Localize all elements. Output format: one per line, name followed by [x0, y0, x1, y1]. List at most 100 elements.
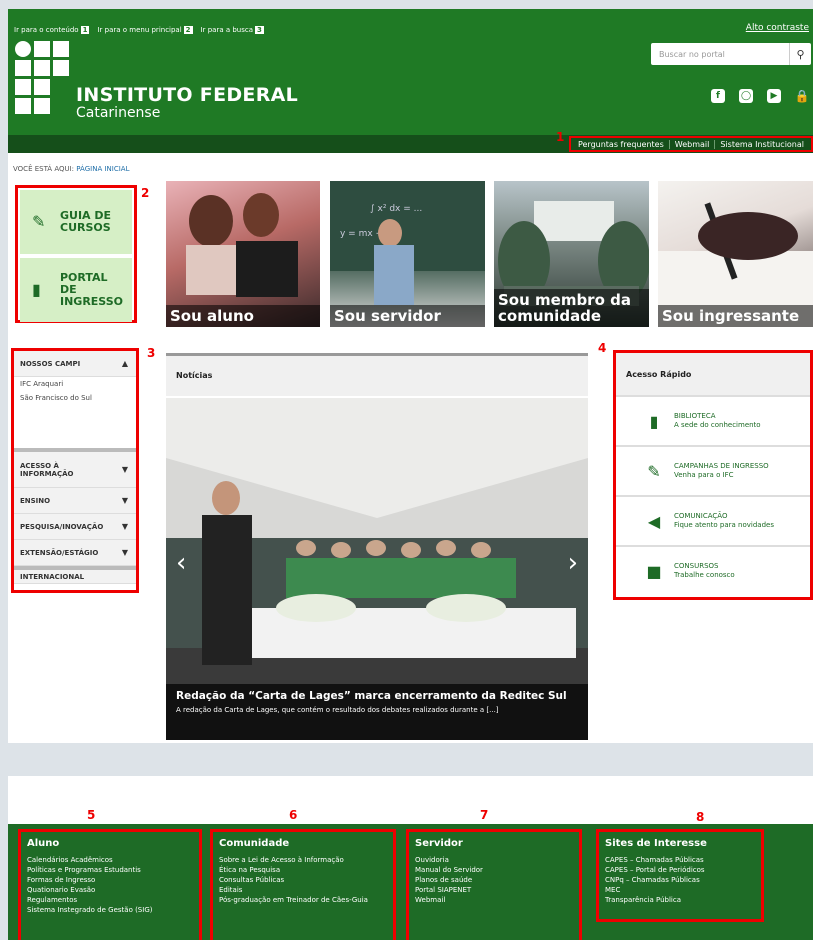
- top-links: Perguntas frequentes Webmail Sistema Ins…: [568, 136, 813, 152]
- menu-item-research[interactable]: PESQUISA/INOVAÇÃO ▼: [14, 514, 136, 540]
- annotation-number: 4: [598, 341, 607, 355]
- profile-card-staff[interactable]: ∫ x² dx = ... y = mx + b Sou servidor: [330, 181, 485, 327]
- quick-access-communication[interactable]: ◀ COMUNICAÇÃO Fique atento para novidades: [616, 495, 810, 545]
- instagram-icon[interactable]: ◯: [739, 89, 753, 103]
- ifc-logo-icon[interactable]: [15, 41, 71, 123]
- megaphone-icon: ◀: [647, 511, 661, 531]
- footer-link[interactable]: CAPES – Portal de Periódicos: [605, 865, 755, 875]
- lock-icon[interactable]: 🔒: [795, 89, 810, 103]
- breadcrumb-current[interactable]: PÁGINA INICIAL: [76, 165, 129, 173]
- search-icon: ⚲: [796, 47, 805, 61]
- social-links: f ◯ ▶ 🔒: [711, 89, 809, 103]
- menu-item-teaching[interactable]: ENSINO ▼: [14, 488, 136, 514]
- footer-link[interactable]: Planos de saúde: [415, 875, 573, 885]
- top-link-bar: Perguntas frequentes Webmail Sistema Ins…: [8, 135, 813, 153]
- site-footer: Aluno Calendários Acadêmicos Políticas e…: [8, 824, 813, 940]
- profile-card-student[interactable]: Sou aluno: [166, 181, 320, 327]
- institutional-system-link[interactable]: Sistema Institucional: [714, 139, 809, 149]
- footer-link[interactable]: Pós-graduação em Treinador de Cães-Guia: [219, 895, 387, 905]
- chevron-down-icon: ▼: [121, 465, 128, 474]
- footer-link[interactable]: Quationario Evasão: [27, 885, 193, 895]
- svg-text:∫ x² dx = ...: ∫ x² dx = ...: [370, 204, 422, 214]
- news-carousel[interactable]: ‹ › Redação da “Carta de Lages” marca en…: [166, 398, 588, 740]
- profile-card-newcomer[interactable]: Sou ingressante: [658, 181, 813, 327]
- menu-item-international[interactable]: INTERNACIONAL: [14, 570, 136, 584]
- footer-link[interactable]: Calendários Acadêmicos: [27, 855, 193, 865]
- news-description: A redação da Carta de Lages, que contém …: [176, 706, 499, 714]
- contact-card-icon: ■: [646, 561, 662, 581]
- annotation-number: 8: [696, 810, 705, 824]
- search-button[interactable]: ⚲: [789, 43, 811, 65]
- site-header: Ir para o conteúdo 1 Ir para o menu princ…: [8, 9, 813, 135]
- menu-item-access-to-information[interactable]: ACESSO À INFORMAÇÃO ▼: [14, 452, 136, 488]
- skip-links: Ir para o conteúdo 1 Ir para o menu princ…: [14, 26, 264, 34]
- quick-access-library[interactable]: ▮ BIBLIOTECA A sede do conhecimento: [616, 395, 810, 445]
- footer-column-community: Comunidade Sobre a Lei de Acesso à Infor…: [210, 829, 396, 940]
- quick-buttons-box: ✎ GUIA DE CURSOS ▮ PORTAL DE INGRESSO: [15, 185, 137, 323]
- facebook-icon[interactable]: f: [711, 89, 725, 103]
- annotation-number: 7: [480, 808, 489, 822]
- footer-link[interactable]: Manual do Servidor: [415, 865, 573, 875]
- course-guide-button[interactable]: ✎ GUIA DE CURSOS: [20, 190, 132, 254]
- footer-link[interactable]: Políticas e Programas Estudantis: [27, 865, 193, 875]
- chevron-down-icon: ▼: [121, 496, 128, 505]
- quick-access-contests[interactable]: ■ CONSURSOS Trabalhe conosco: [616, 545, 810, 595]
- footer-link[interactable]: Regulamentos: [27, 895, 193, 905]
- footer-link[interactable]: CAPES – Chamadas Públicas: [605, 855, 755, 865]
- news-heading: Notícias: [166, 356, 588, 396]
- footer-column-sites: Sites de Interesse CAPES – Chamadas Públ…: [596, 829, 764, 922]
- carousel-next-icon[interactable]: ›: [568, 548, 578, 578]
- footer-link[interactable]: MEC: [605, 885, 755, 895]
- quick-access-box: Acesso Rápido ▮ BIBLIOTECA A sede do conh…: [613, 350, 813, 600]
- book-icon: ▮: [649, 411, 659, 431]
- footer-column-student: Aluno Calendários Acadêmicos Políticas e…: [18, 829, 202, 940]
- annotation-number: 1: [556, 130, 565, 144]
- footer-link[interactable]: Portal SIAPENET: [415, 885, 573, 895]
- footer-link[interactable]: CNPq – Chamadas Públicas: [605, 875, 755, 885]
- profile-card-community[interactable]: Sou membro da comunidade: [494, 181, 649, 327]
- quick-access-admission[interactable]: ✎ CAMPANHAS DE INGRESSO Venha para o IFC: [616, 445, 810, 495]
- youtube-icon[interactable]: ▶: [767, 89, 781, 103]
- breadcrumb: VOCÊ ESTÁ AQUI: PÁGINA INICIAL: [13, 165, 130, 173]
- main-content: VOCÊ ESTÁ AQUI: PÁGINA INICIAL ✎ GUIA DE…: [8, 153, 813, 743]
- menu-item-campi[interactable]: NOSSOS CAMPI ▲: [14, 351, 136, 377]
- chevron-down-icon: ▼: [121, 522, 128, 531]
- chevron-down-icon: ▼: [121, 548, 128, 557]
- annotation-number: 5: [87, 808, 96, 822]
- pencil-icon: ✎: [32, 212, 46, 231]
- skip-to-content-link[interactable]: Ir para o conteúdo 1: [14, 26, 90, 34]
- high-contrast-link[interactable]: Alto contraste: [746, 23, 809, 33]
- webmail-link[interactable]: Webmail: [668, 139, 715, 149]
- news-caption[interactable]: Redação da “Carta de Lages” marca encerr…: [166, 684, 588, 740]
- footer-link[interactable]: Sistema Instegrado de Gestão (SIG): [27, 905, 193, 915]
- site-logo-text[interactable]: INSTITUTO FEDERAL Catarinense: [76, 84, 298, 121]
- admission-portal-button[interactable]: ▮ PORTAL DE INGRESSO: [20, 258, 132, 322]
- footer-column-staff: Servidor Ouvidoria Manual do Servidor Pl…: [406, 829, 582, 940]
- menu-item-extension[interactable]: EXTENSÃO/ESTÁGIO ▼: [14, 540, 136, 566]
- footer-link[interactable]: Ética na Pesquisa: [219, 865, 387, 875]
- footer-link[interactable]: Formas de Ingresso: [27, 875, 193, 885]
- search-box: Buscar no portal ⚲: [651, 43, 811, 65]
- menu-subitem[interactable]: IFC Araquari: [14, 377, 136, 391]
- pencil-icon: ✎: [647, 461, 661, 481]
- chevron-up-icon: ▲: [121, 359, 128, 368]
- sidebar-menu: NOSSOS CAMPI ▲ IFC Araquari São Francisco…: [11, 348, 139, 593]
- search-input[interactable]: Buscar no portal: [651, 50, 789, 59]
- carousel-prev-icon[interactable]: ‹: [176, 548, 186, 578]
- quick-access-heading: Acesso Rápido: [616, 353, 810, 395]
- footer-link[interactable]: Consultas Públicas: [219, 875, 387, 885]
- skip-to-menu-link[interactable]: Ir para o menu principal 2: [97, 26, 193, 34]
- skip-to-search-link[interactable]: Ir para a busca 3: [201, 26, 264, 34]
- menu-subitem[interactable]: São Francisco do Sul: [14, 391, 136, 448]
- annotation-number: 2: [141, 186, 150, 200]
- annotation-number: 3: [147, 346, 156, 360]
- faq-link[interactable]: Perguntas frequentes: [573, 140, 669, 149]
- footer-link[interactable]: Sobre a Lei de Acesso à Informação: [219, 855, 387, 865]
- footer-link[interactable]: Webmail: [415, 895, 573, 905]
- footer-link[interactable]: Ouvidoria: [415, 855, 573, 865]
- news-title[interactable]: Redação da “Carta de Lages” marca encerr…: [176, 690, 578, 702]
- footer-link[interactable]: Transparência Pública: [605, 895, 755, 905]
- annotation-number: 6: [289, 808, 298, 822]
- footer-link[interactable]: Editais: [219, 885, 387, 895]
- book-icon: ▮: [32, 280, 41, 299]
